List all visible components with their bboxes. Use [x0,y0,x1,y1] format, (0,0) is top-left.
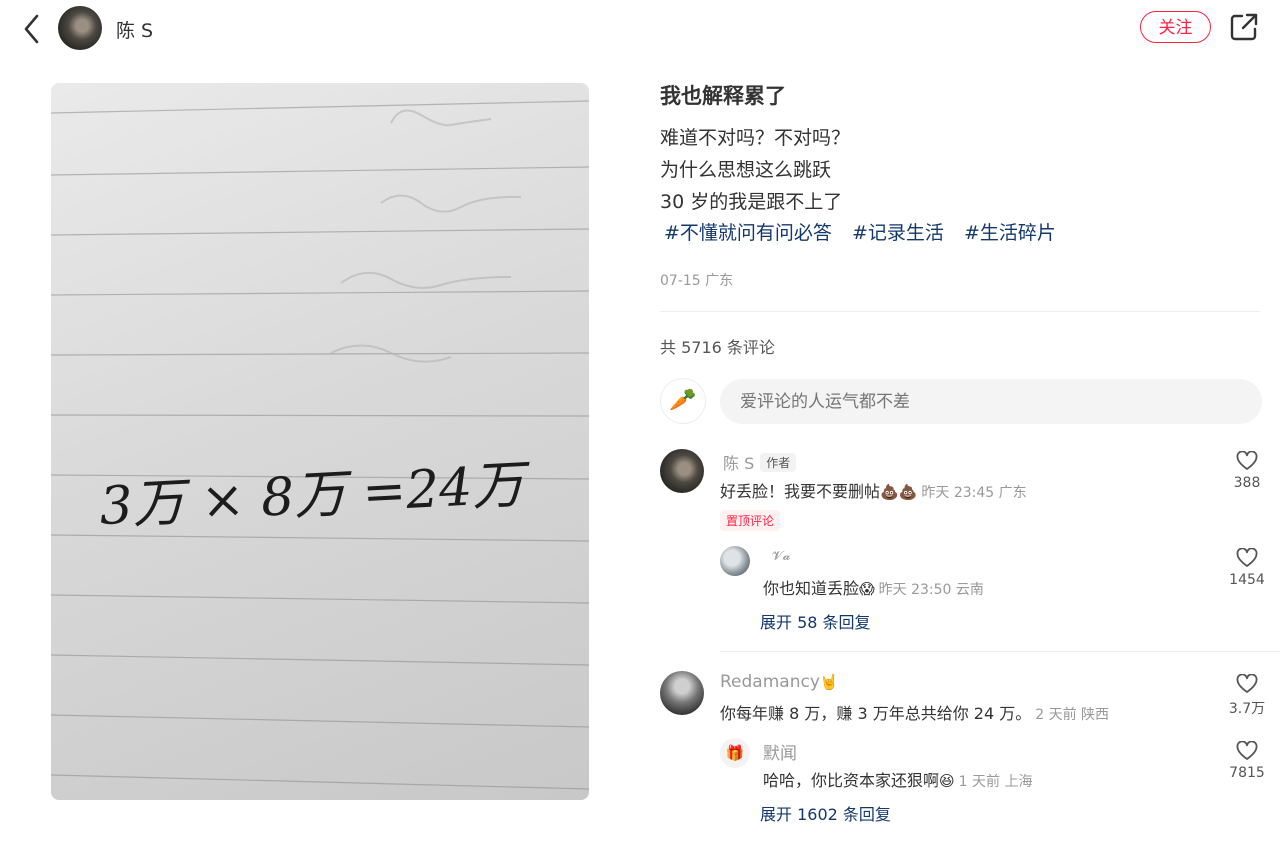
comment-author-name[interactable]: 陈 S [723,454,754,473]
pinned-badge: 置顶评论 [720,510,781,531]
note-image[interactable]: 3万 × 8万 =24万 [51,83,589,800]
share-button[interactable] [1229,12,1259,42]
divider [660,311,1260,312]
note-body-line-1: 难道不对吗？不对吗？ [660,127,851,149]
rock-hand-emoji-icon: 🤘 [819,673,839,691]
like-count: 7815 [1229,765,1265,781]
tag-link[interactable]: #不懂就问有问必答 [664,222,832,244]
reply-text: 你也知道丢脸😱 昨天 23:50 云南 [763,575,984,599]
tag-list: #不懂就问有问必答 #记录生活 #生活碎片 [664,218,1070,245]
comment-author[interactable]: 陈 S 作者 [723,450,797,474]
note-body-line-2: 为什么思想这么跳跃 [660,159,832,181]
reply-time: 昨天 23:50 云南 [878,582,984,598]
note-title: 我也解释累了 [660,84,786,108]
like-count: 388 [1233,475,1261,491]
poop-emoji-icon: 💩💩 [880,483,918,501]
reply-author-name[interactable]: 默闻 [763,739,797,764]
gift-icon: 🎁 [725,744,745,762]
comment-author[interactable]: Redamancy🤘 [720,672,839,692]
carrot-icon: 🥕 [669,388,697,413]
reply-author-name[interactable]: 𝓥𝓪 [772,549,790,564]
comment-input[interactable] [720,379,1262,424]
comment-text: 你每年赚 8 万，赚 3 万年总共给你 24 万。 2 天前 陕西 [720,700,1109,724]
laughing-emoji-icon: 😆 [939,772,955,790]
expand-replies-button[interactable]: 展开 58 条回复 [760,609,871,633]
heart-icon [1236,451,1258,470]
author-badge: 作者 [760,453,797,472]
scared-emoji-icon: 😱 [859,580,875,598]
comment-count: 共 5716 条评论 [660,338,775,357]
comment-author-name[interactable]: Redamancy [720,672,820,692]
share-icon [1230,13,1258,41]
heart-icon [1236,741,1258,760]
comment-avatar[interactable] [660,671,704,715]
comment-time: 2 天前 陕西 [1035,707,1110,723]
heart-icon [1236,548,1258,567]
heart-icon [1236,674,1258,693]
my-avatar: 🥕 [660,378,706,424]
expand-replies-button[interactable]: 展开 1602 条回复 [760,801,891,825]
comment-text: 好丢脸！我要不要删帖💩💩 昨天 23:45 广东 [720,478,1027,502]
reply-body: 你也知道丢脸 [763,579,860,598]
like-button[interactable]: 1454 [1222,548,1272,588]
note-body-line-3: 30 岁的我是跟不上了 [660,191,843,213]
comment-body: 你每年赚 8 万，赚 3 万年总共给你 24 万。 [720,704,1032,723]
tag-link[interactable]: #生活碎片 [964,222,1056,244]
note-meta: 07-15 广东 [660,273,734,289]
comment-avatar[interactable] [660,449,704,493]
like-button[interactable]: 388 [1222,451,1272,491]
reply-avatar[interactable]: 🎁 [720,738,750,768]
comment-body: 好丢脸！我要不要删帖 [720,482,881,501]
notebook-lines [51,100,589,790]
like-button[interactable]: 7815 [1222,741,1272,781]
comment-divider [720,651,1280,652]
comment-time: 昨天 23:45 广东 [921,485,1027,501]
like-count: 3.7万 [1228,701,1266,717]
back-icon [24,14,39,44]
reply-time: 1 天前 上海 [958,774,1033,790]
author-avatar[interactable] [58,6,102,50]
author-name[interactable]: 陈 S [116,16,153,43]
tag-link[interactable]: #记录生活 [852,222,944,244]
like-count: 1454 [1229,572,1265,588]
reply-text: 哈哈，你比资本家还狠啊😆 1 天前 上海 [763,767,1032,791]
follow-button[interactable]: 关注 [1140,11,1211,43]
reply-body: 哈哈，你比资本家还狠啊 [763,771,940,790]
back-button[interactable] [18,12,46,46]
like-button[interactable]: 3.7万 [1222,674,1272,718]
reply-avatar[interactable] [720,546,750,576]
